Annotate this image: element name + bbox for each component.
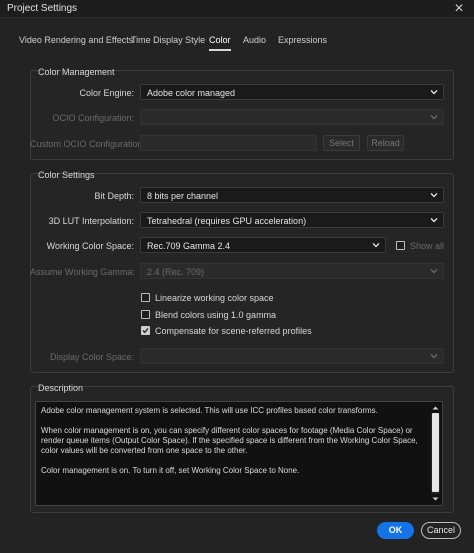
description-text: Adobe color management system is selecte… <box>41 406 426 486</box>
description-paragraph: Color management is on. To turn it off, … <box>41 466 300 475</box>
tab-audio[interactable]: Audio <box>243 35 266 45</box>
chevron-down-icon <box>429 266 439 276</box>
ok-button[interactable]: OK <box>377 522 414 539</box>
linearize-checkbox[interactable] <box>141 293 150 302</box>
checkmark-icon <box>142 328 149 334</box>
chevron-down-icon <box>429 87 439 97</box>
display-space-dropdown[interactable] <box>140 348 444 364</box>
color-management-title: Color Management <box>38 67 115 77</box>
description-paragraph: When color management is on, you can spe… <box>41 426 418 455</box>
chevron-down-icon <box>429 112 439 122</box>
color-engine-value: Adobe color managed <box>147 88 236 98</box>
assume-gamma-label: Assume Working Gamma: <box>30 267 135 277</box>
show-all-label: Show all <box>410 241 445 251</box>
compensate-checkbox[interactable] <box>141 326 150 335</box>
scroll-up-icon[interactable] <box>431 404 440 412</box>
chevron-down-icon <box>429 190 439 200</box>
description-title: Description <box>38 383 84 393</box>
tab-time-display-style[interactable]: Time Display Style <box>131 35 205 45</box>
show-all-checkbox[interactable] <box>396 241 405 250</box>
tab-video-rendering[interactable]: Video Rendering and Effects <box>19 35 133 45</box>
title-bar: Project Settings × <box>0 0 474 18</box>
ocio-config-dropdown[interactable] <box>140 109 444 125</box>
description-paragraph: Adobe color management system is selecte… <box>41 406 378 415</box>
description-scrollbar[interactable] <box>431 404 440 503</box>
display-space-label: Display Color Space: <box>49 352 134 362</box>
select-button[interactable]: Select <box>323 135 360 151</box>
lut-interpolation-value: Tetrahedral (requires GPU acceleration) <box>147 216 307 226</box>
linearize-label: Linearize working color space <box>155 293 274 303</box>
tab-expressions[interactable]: Expressions <box>278 35 327 45</box>
description-textbox[interactable]: Adobe color management system is selecte… <box>35 401 443 506</box>
bit-depth-label: Bit Depth: <box>94 191 134 201</box>
ocio-config-label: OCIO Configuration: <box>52 113 134 123</box>
close-icon[interactable]: × <box>449 0 469 18</box>
blend-label: Blend colors using 1.0 gamma <box>155 310 277 320</box>
color-engine-dropdown[interactable]: Adobe color managed <box>140 84 444 100</box>
window-title: Project Settings <box>7 3 78 14</box>
color-settings-title: Color Settings <box>38 170 95 180</box>
scrollbar-thumb[interactable] <box>432 413 439 492</box>
reload-button[interactable]: Reload <box>367 135 404 151</box>
lut-interpolation-dropdown[interactable]: Tetrahedral (requires GPU acceleration) <box>140 212 444 228</box>
scroll-down-icon[interactable] <box>431 495 440 503</box>
working-space-value: Rec.709 Gamma 2.4 <box>147 241 231 251</box>
assume-gamma-dropdown[interactable]: 2.4 (Rec. 709) <box>140 263 444 279</box>
custom-ocio-label: Custom OCIO Configuration: <box>30 139 146 149</box>
compensate-label: Compensate for scene-referred profiles <box>155 326 312 336</box>
cancel-button[interactable]: Cancel <box>421 522 461 539</box>
color-engine-label: Color Engine: <box>79 88 134 98</box>
lut-interpolation-label: 3D LUT Interpolation: <box>48 216 134 226</box>
bit-depth-value: 8 bits per channel <box>147 191 219 201</box>
bit-depth-dropdown[interactable]: 8 bits per channel <box>140 187 444 203</box>
assume-gamma-value: 2.4 (Rec. 709) <box>147 267 205 277</box>
chevron-down-icon <box>429 351 439 361</box>
custom-ocio-field[interactable] <box>140 135 317 151</box>
tab-color[interactable]: Color <box>209 35 231 51</box>
chevron-down-icon <box>371 240 381 250</box>
chevron-down-icon <box>429 215 439 225</box>
blend-checkbox[interactable] <box>141 310 150 319</box>
working-space-dropdown[interactable]: Rec.709 Gamma 2.4 <box>140 237 386 253</box>
working-space-label: Working Color Space: <box>46 241 134 251</box>
